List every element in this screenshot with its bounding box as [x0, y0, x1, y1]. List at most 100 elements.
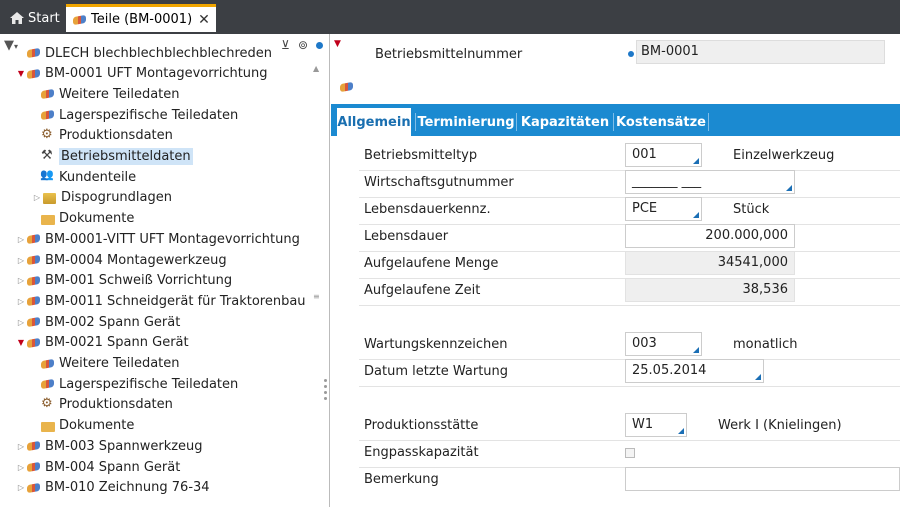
tree-item[interactable]: ▷ BM-004 Spann Gerät — [16, 457, 180, 477]
tab-allgemein[interactable]: Allgemein — [337, 108, 411, 136]
status-dot-icon[interactable] — [316, 42, 323, 49]
form-tab-bar: Allgemein Terminierung Kapazitäten Koste… — [331, 104, 900, 136]
close-icon[interactable]: ✕ — [198, 12, 210, 28]
tree-item[interactable]: ▷ BM-001 Schweiß Vorrichtung — [16, 271, 232, 291]
collapsed-arrow-icon[interactable]: ▷ — [16, 483, 26, 492]
tree-item[interactable]: Betriebsmitteldaten — [32, 147, 193, 167]
info-icon — [628, 51, 634, 57]
part-icon — [26, 46, 42, 60]
tree-item-label: BM-0004 Montagewerkzeug — [45, 252, 227, 268]
part-icon — [40, 357, 56, 371]
dispo-icon — [42, 191, 58, 205]
hammer-icon — [40, 148, 56, 164]
tree-item[interactable]: ▷ BM-0011 Schneidgerät für Traktorenbau — [16, 291, 306, 311]
produktionsstaette-value: W1 — [632, 417, 654, 432]
engpasskapazitaet-checkbox[interactable] — [625, 448, 635, 458]
collapsed-arrow-icon[interactable]: ▷ — [16, 463, 26, 472]
produktionsstaette-field[interactable]: W1 — [625, 413, 687, 437]
lebensdauerkennz-field[interactable]: PCE — [625, 197, 702, 221]
tree-item[interactable]: ▷ BM-003 Spannwerkzeug — [16, 436, 203, 456]
tree-item-label: BM-003 Spannwerkzeug — [45, 438, 203, 454]
lebensdauer-label: Lebensdauer — [364, 229, 449, 244]
expanded-arrow-icon[interactable]: ▼ — [16, 338, 26, 347]
tree-item-label: Dokumente — [59, 418, 135, 434]
wirtschaftsgutnummer-field[interactable]: _______ ___ — [625, 170, 795, 194]
tree-item[interactable]: Dokumente — [32, 209, 134, 229]
wartungskennzeichen-field[interactable]: 003 — [625, 332, 702, 356]
betriebsmitteltyp-value: 001 — [632, 147, 657, 162]
filter-clear-icon[interactable]: ⊻ — [281, 38, 290, 52]
tree-item[interactable]: ▼ BM-0021 Spann Gerät — [16, 333, 189, 353]
scroll-thumb-icon[interactable]: ≡ — [313, 292, 320, 301]
part-icon — [26, 274, 42, 288]
part-icon — [26, 315, 42, 329]
tree-item[interactable]: Produktionsdaten — [32, 126, 173, 146]
tree-item-label: BM-004 Spann Gerät — [45, 459, 181, 475]
tree-item[interactable]: Dokumente — [32, 416, 134, 436]
folder-icon — [40, 212, 56, 226]
bemerkung-field[interactable] — [625, 467, 900, 491]
tree-item[interactable]: ▼ BM-0001 UFT Montagevorrichtung — [16, 64, 268, 84]
collapsed-arrow-icon[interactable]: ▷ — [16, 318, 26, 327]
bemerkung-label: Bemerkung — [364, 472, 439, 487]
tab-terminierung[interactable]: Terminierung — [417, 108, 514, 136]
betriebsmitteltyp-field[interactable]: 001 — [625, 143, 702, 167]
wirtschaftsgutnummer-value: _______ ___ — [632, 174, 702, 189]
tree-item[interactable]: ▷ BM-0004 Montagewerkzeug — [16, 250, 227, 270]
tree-item-label: BM-001 Schweiß Vorrichtung — [45, 273, 233, 289]
tree-item[interactable]: Lagerspezifische Teiledaten — [32, 374, 238, 394]
tree-item-label: Dokumente — [59, 211, 135, 227]
tree-item-label: Weitere Teiledaten — [59, 86, 180, 102]
tab-teile-bm-0001[interactable]: Teile (BM-0001) ✕ — [66, 4, 216, 32]
tree-item[interactable]: DLECH blechblechblechblechreden — [16, 43, 272, 63]
binoculars-icon[interactable]: ⊚ — [298, 38, 308, 52]
part-icon — [26, 439, 42, 453]
datum-letzte-wartung-field[interactable]: 25.05.2014 — [625, 359, 764, 383]
tree-item[interactable]: Weitere Teiledaten — [32, 84, 180, 104]
tab-start-label: Start — [28, 10, 60, 26]
tab-start[interactable]: Start — [4, 5, 66, 31]
tree-item[interactable]: ▷ Dispogrundlagen — [32, 188, 172, 208]
gear-icon — [40, 396, 56, 412]
tree-item[interactable]: Kundenteile — [32, 167, 136, 187]
tree-item[interactable]: Weitere Teiledaten — [32, 354, 180, 374]
part-icon — [40, 377, 56, 391]
collapsed-arrow-icon[interactable]: ▷ — [16, 297, 26, 306]
tree-item-label: DLECH blechblechblechblechreden — [45, 45, 272, 61]
datum-letzte-wartung-label: Datum letzte Wartung — [364, 364, 509, 379]
splitter-handle[interactable] — [324, 379, 328, 403]
lebensdauer-value: 200.000,000 — [705, 228, 788, 243]
wirtschaftsgutnummer-label: Wirtschaftsgutnummer — [364, 175, 514, 190]
tree-item[interactable]: ▷ BM-002 Spann Gerät — [16, 312, 180, 332]
wartungskennzeichen-description: monatlich — [733, 337, 798, 352]
part-icon — [26, 336, 42, 350]
tree-item-label: Lagerspezifische Teiledaten — [59, 107, 239, 123]
tree-item-label: BM-0001-VITT UFT Montagevorrichtung — [45, 231, 300, 247]
gear-icon — [40, 127, 56, 143]
tree-item-label: Produktionsdaten — [59, 397, 173, 413]
collapsed-arrow-icon[interactable]: ▷ — [16, 442, 26, 451]
collapse-icon[interactable]: ▼ — [334, 39, 341, 49]
people-icon — [40, 168, 56, 184]
scroll-up-icon[interactable]: ▲ — [313, 64, 319, 73]
tree-item[interactable]: Lagerspezifische Teiledaten — [32, 105, 238, 125]
tree-item[interactable]: ▷ BM-010 Zeichnung 76-34 — [16, 478, 210, 498]
betriebsmittelnummer-field[interactable]: BM-0001 — [636, 40, 885, 64]
tree-item[interactable]: Produktionsdaten — [32, 395, 173, 415]
tree-item-label: BM-0011 Schneidgerät für Traktorenbau — [45, 293, 306, 309]
tab-kapazitaeten[interactable]: Kapazitäten — [520, 108, 610, 136]
betriebsmitteltyp-label: Betriebsmitteltyp — [364, 148, 478, 163]
collapsed-arrow-icon[interactable]: ▷ — [32, 193, 42, 202]
expanded-arrow-icon[interactable]: ▼ — [16, 69, 26, 78]
collapsed-arrow-icon[interactable]: ▷ — [16, 256, 26, 265]
tree-item-label: BM-010 Zeichnung 76-34 — [45, 480, 210, 496]
collapsed-arrow-icon[interactable]: ▷ — [16, 235, 26, 244]
part-icon — [26, 294, 42, 308]
part-icon — [72, 13, 88, 27]
tree-item[interactable]: ▷ BM-0001-VITT UFT Montagevorrichtung — [16, 229, 300, 249]
part-icon — [26, 460, 42, 474]
tab-active-label: Teile (BM-0001) — [91, 12, 193, 27]
collapsed-arrow-icon[interactable]: ▷ — [16, 276, 26, 285]
lebensdauer-field[interactable]: 200.000,000 — [625, 224, 795, 248]
tab-kostensaetze[interactable]: Kostensätze — [616, 108, 706, 136]
